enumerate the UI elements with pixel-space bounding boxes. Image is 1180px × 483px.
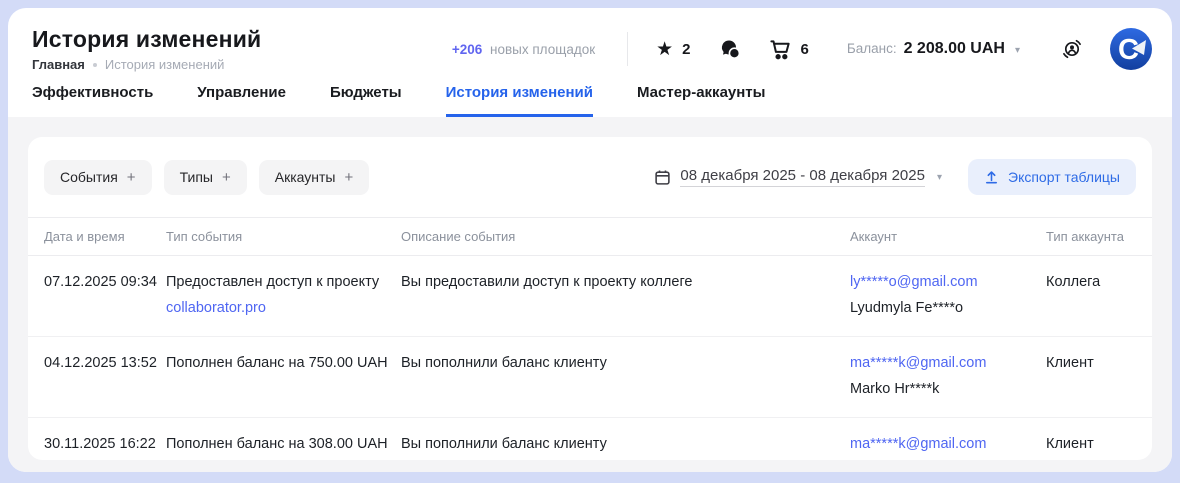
tab-label: История изменений — [446, 84, 593, 101]
cell-account: ly*****o@gmail.com Lyudmyla Fe****o — [850, 269, 1046, 321]
cart-counter[interactable]: 6 — [769, 38, 809, 61]
cell-datetime: 30.11.2025 16:22 — [44, 431, 166, 457]
filter-bar: События + Типы + Аккаунты + 08 декабря 2… — [28, 137, 1152, 217]
tab-0[interactable]: Эффективность — [32, 84, 153, 117]
new-sites-notice[interactable]: +206 новых площадок — [452, 42, 595, 57]
cell-datetime: 04.12.2025 13:52 — [44, 350, 166, 376]
page-title: История изменений — [32, 26, 261, 53]
filter-chip-label: События — [60, 169, 118, 185]
main-card: История изменений Главная История измене… — [8, 8, 1172, 472]
user-sync-icon — [1060, 37, 1084, 61]
cell-description: Вы предоставили доступ к проекту коллеге — [401, 269, 850, 295]
breadcrumb: Главная История изменений — [32, 57, 261, 72]
table-row: 04.12.2025 13:52 Пополнен баланс на 750.… — [28, 337, 1152, 418]
title-block: История изменений Главная История измене… — [32, 26, 261, 72]
table-row: 07.12.2025 09:34 Предоставлен доступ к п… — [28, 256, 1152, 337]
tab-4[interactable]: Мастер-аккаунты — [637, 84, 765, 117]
tab-label: Бюджеты — [330, 84, 402, 101]
header: История изменений Главная История измене… — [8, 8, 1172, 78]
header-divider — [627, 32, 628, 66]
calendar-icon — [654, 169, 671, 186]
balance-label: Баланс: — [847, 41, 897, 56]
cell-event-type: Предоставлен доступ к проекту collaborat… — [166, 269, 401, 321]
account-email-link[interactable]: ma*****k@gmail.com — [850, 431, 1046, 457]
account-email-link[interactable]: ma*****k@gmail.com — [850, 350, 1046, 376]
date-range-picker[interactable]: 08 декабря 2025 - 08 декабря 2025 ▾ — [654, 167, 942, 187]
tab-1[interactable]: Управление — [197, 84, 286, 117]
table-header: Дата и время Тип события Описание событи… — [28, 217, 1152, 256]
filter-chip[interactable]: События + — [44, 160, 152, 195]
account-email-link[interactable]: ly*****o@gmail.com — [850, 269, 1046, 295]
cell-description: Вы пополнили баланс клиенту — [401, 350, 850, 376]
chevron-down-icon: ▾ — [1015, 45, 1020, 56]
column-header-datetime: Дата и время — [44, 229, 166, 244]
column-header-account-type: Тип аккаунта — [1046, 229, 1136, 244]
filter-chip[interactable]: Аккаунты + — [259, 160, 370, 195]
cell-datetime: 07.12.2025 09:34 — [44, 269, 166, 295]
cell-event-type: Пополнен баланс на 750.00 UAH — [166, 350, 401, 376]
chevron-down-icon: ▾ — [937, 172, 942, 183]
new-sites-count: +206 — [452, 42, 482, 57]
messages-button[interactable] — [719, 38, 741, 60]
tab-label: Эффективность — [32, 84, 153, 101]
cell-description: Вы пополнили баланс клиенту — [401, 431, 850, 457]
date-range-value: 08 декабря 2025 - 08 декабря 2025 — [680, 167, 925, 187]
event-type-text: Предоставлен доступ к проекту — [166, 269, 391, 295]
header-actions: +206 новых площадок ★ 2 6 — [452, 28, 1152, 70]
filter-chip-label: Типы — [180, 169, 213, 185]
cell-account: ma*****k@gmail.com Marko Hr****k — [850, 350, 1046, 402]
favorites-counter[interactable]: ★ 2 — [656, 40, 690, 59]
event-project-link[interactable]: collaborator.pro — [166, 295, 391, 321]
cell-account-type: Клиент — [1046, 350, 1136, 376]
cart-count: 6 — [801, 41, 809, 58]
tabs: Эффективность Управление Бюджеты История… — [8, 78, 1172, 117]
plus-icon: + — [222, 169, 231, 186]
account-name: Lyudmyla Fe****o — [850, 295, 1046, 321]
breadcrumb-current: История изменений — [105, 57, 225, 72]
upload-icon — [984, 170, 999, 185]
column-header-event-type: Тип события — [166, 229, 401, 244]
balance-selector[interactable]: Баланс: 2 208.00 UAH ▾ — [847, 40, 1020, 58]
tab-label: Мастер-аккаунты — [637, 84, 765, 101]
export-table-button[interactable]: Экспорт таблицы — [968, 159, 1136, 195]
cell-account-type: Клиент — [1046, 431, 1136, 457]
cell-account-type: Коллега — [1046, 269, 1136, 295]
table-row: 30.11.2025 16:22 Пополнен баланс на 308.… — [28, 418, 1152, 460]
tab-3[interactable]: История изменений — [446, 84, 593, 117]
column-header-description: Описание события — [401, 229, 850, 244]
filter-chip-label: Аккаунты — [275, 169, 336, 185]
column-header-account: Аккаунт — [850, 229, 1046, 244]
breadcrumb-home-link[interactable]: Главная — [32, 57, 85, 72]
history-card: События + Типы + Аккаунты + 08 декабря 2… — [28, 137, 1152, 460]
tab-label: Управление — [197, 84, 286, 101]
cart-icon — [769, 38, 792, 61]
favorites-count: 2 — [682, 41, 690, 58]
filter-chip[interactable]: Типы + — [164, 160, 247, 195]
table-body: 07.12.2025 09:34 Предоставлен доступ к п… — [28, 256, 1152, 460]
star-icon: ★ — [656, 40, 673, 59]
plus-icon: + — [344, 169, 353, 186]
cell-account: ma*****k@gmail.com Marko Hr****k — [850, 431, 1046, 460]
chat-icon — [719, 38, 741, 60]
plus-icon: + — [127, 169, 136, 186]
cell-event-type: Пополнен баланс на 308.00 UAH — [166, 431, 401, 457]
event-type-text: Пополнен баланс на 750.00 UAH — [166, 350, 391, 376]
app-logo-icon[interactable]: C — [1110, 28, 1152, 70]
filter-chips: События + Типы + Аккаунты + — [44, 160, 369, 195]
content-section: События + Типы + Аккаунты + 08 декабря 2… — [8, 117, 1172, 472]
new-sites-label: новых площадок — [490, 42, 595, 57]
breadcrumb-separator — [93, 63, 97, 67]
balance-value: 2 208.00 UAH — [904, 40, 1005, 58]
filter-right: 08 декабря 2025 - 08 декабря 2025 ▾ Эксп… — [654, 159, 1136, 195]
export-table-label: Экспорт таблицы — [1008, 169, 1120, 185]
account-name: Marko Hr****k — [850, 457, 1046, 460]
account-sync-button[interactable] — [1060, 37, 1084, 61]
tab-2[interactable]: Бюджеты — [330, 84, 402, 117]
event-type-text: Пополнен баланс на 308.00 UAH — [166, 431, 391, 457]
account-name: Marko Hr****k — [850, 376, 1046, 402]
